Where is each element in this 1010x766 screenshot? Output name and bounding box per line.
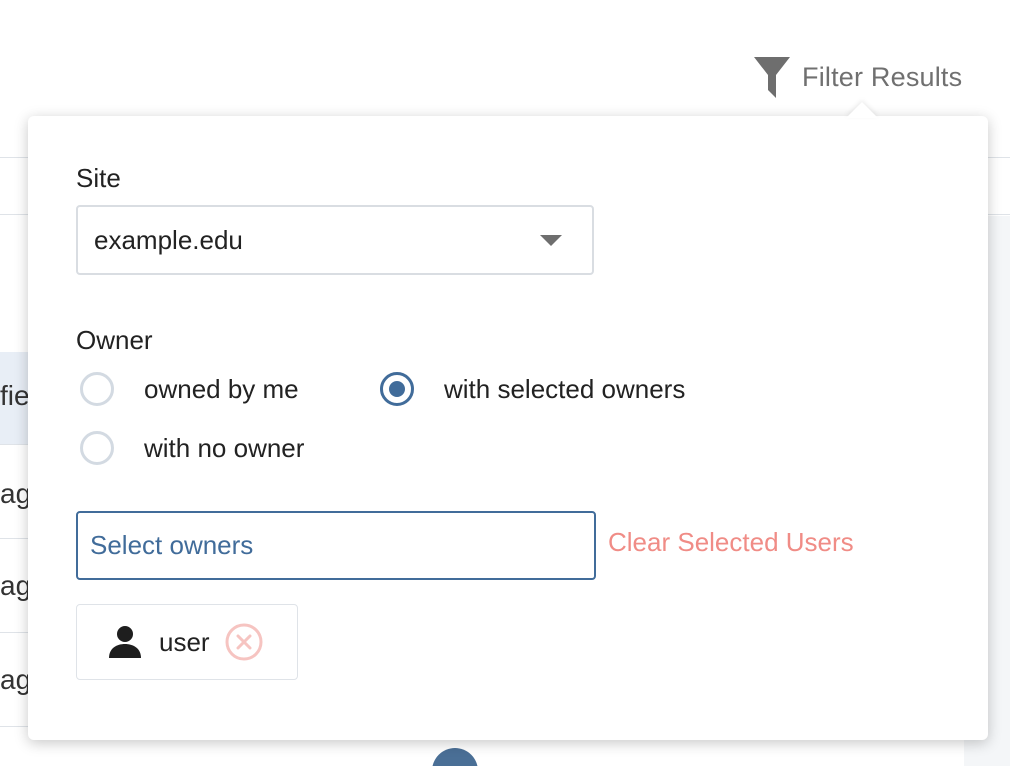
selected-user-chip: user — [76, 604, 298, 680]
page: fie ago ago ago Filter Results Site exam… — [0, 0, 1010, 766]
site-select[interactable]: example.edu — [76, 205, 594, 275]
radio-button-checked-icon[interactable] — [380, 372, 414, 406]
radio-with-no-owner[interactable]: with no owner — [80, 431, 304, 465]
bg-row-text: ago — [0, 664, 28, 695]
funnel-icon — [754, 57, 790, 98]
owner-label: Owner — [76, 325, 153, 355]
bg-row-text: ago — [0, 570, 28, 601]
radio-with-selected-owners[interactable]: with selected owners — [380, 372, 685, 406]
site-label: Site — [76, 163, 121, 193]
selected-user-label: user — [159, 626, 210, 657]
popover-arrow — [846, 102, 878, 118]
select-owners-input[interactable] — [76, 511, 596, 580]
clear-selected-users-link[interactable]: Clear Selected Users — [608, 527, 854, 558]
filter-popover: Site example.edu Owner owned by me with … — [28, 102, 988, 740]
radio-button-icon[interactable] — [80, 372, 114, 406]
filter-results-button[interactable]: Filter Results — [752, 54, 962, 100]
caret-down-icon — [540, 235, 562, 246]
radio-button-icon[interactable] — [80, 431, 114, 465]
site-select-value: example.edu — [94, 224, 243, 255]
bg-row-text: ago — [0, 478, 28, 509]
radio-label: with no owner — [144, 432, 305, 463]
radio-label: with selected owners — [444, 373, 686, 404]
filter-results-label: Filter Results — [802, 61, 963, 92]
remove-circle-icon[interactable] — [224, 622, 264, 662]
bg-add-button — [432, 748, 478, 766]
person-icon — [109, 626, 141, 658]
radio-label: owned by me — [144, 373, 299, 404]
bg-row-text: fie — [0, 380, 28, 411]
radio-owned-by-me[interactable]: owned by me — [80, 372, 299, 406]
